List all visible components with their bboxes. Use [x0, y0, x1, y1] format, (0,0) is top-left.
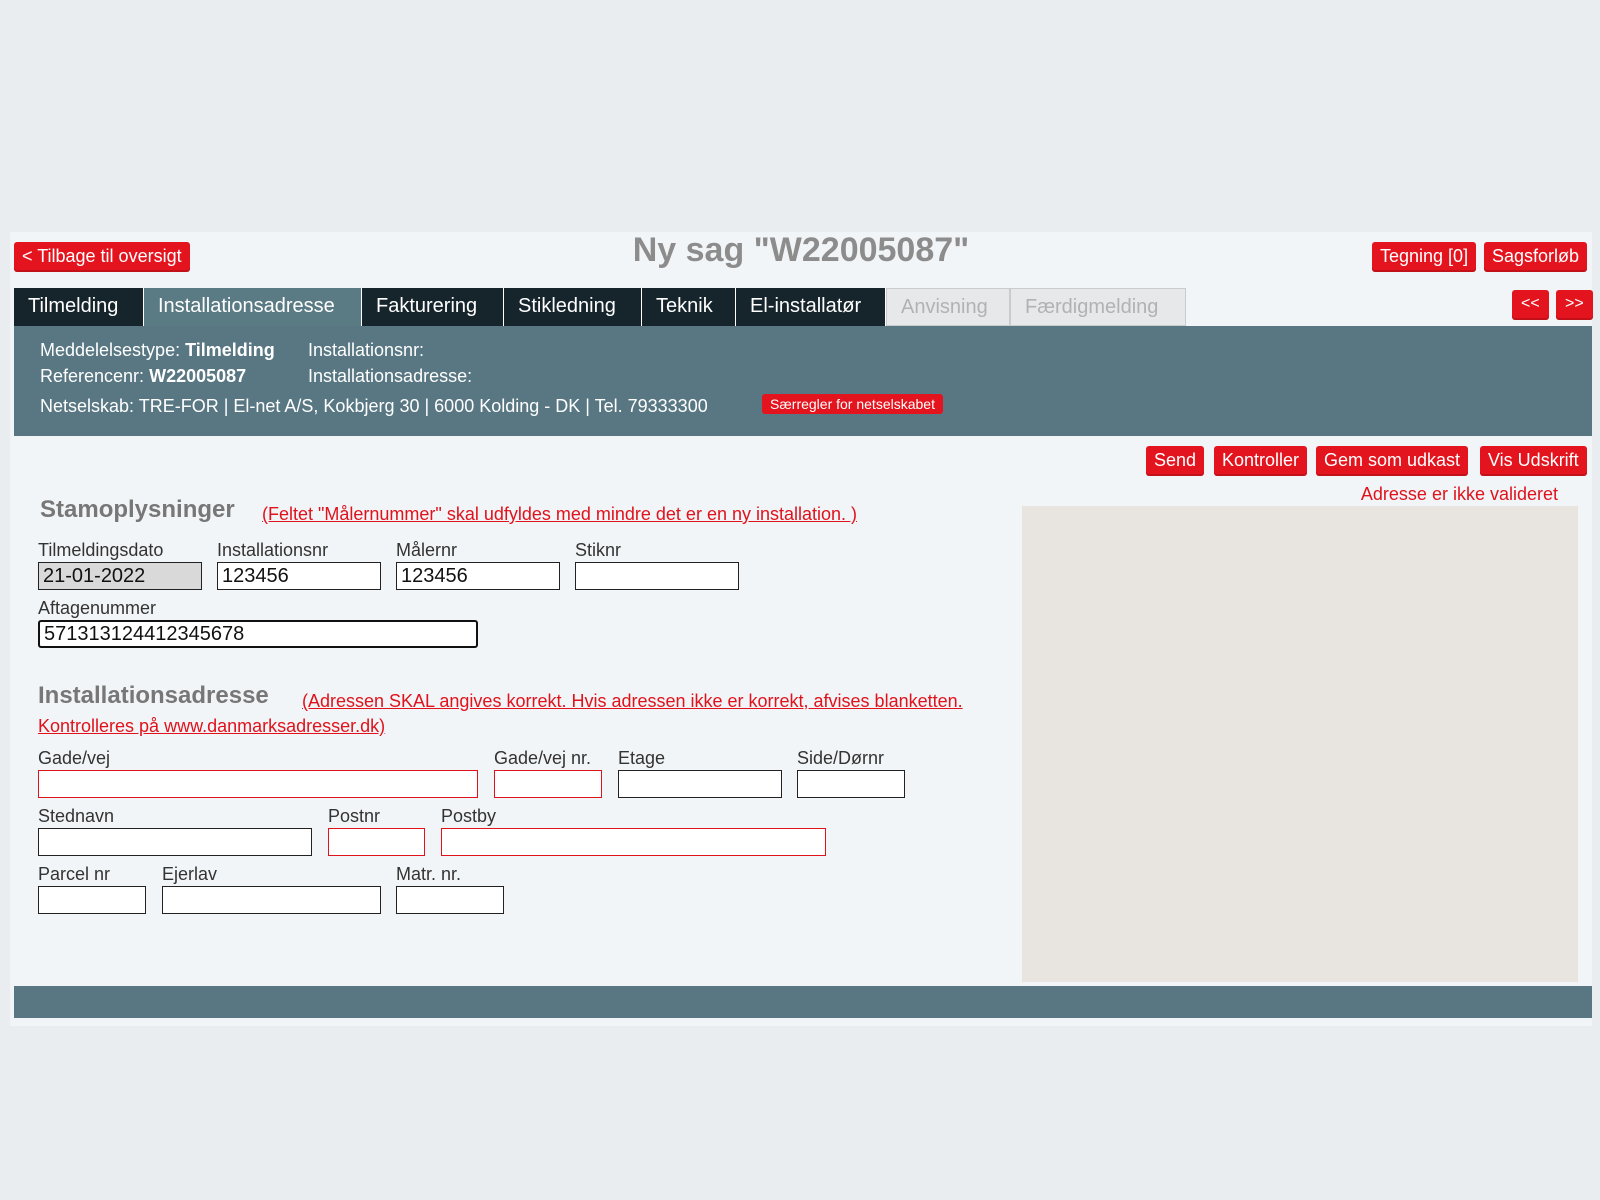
tab-installationsadresse[interactable]: Installationsadresse	[144, 288, 362, 326]
aftagenummer-label: Aftagenummer	[38, 598, 157, 618]
etage-input[interactable]	[618, 770, 782, 798]
matr-input[interactable]	[396, 886, 504, 914]
tab-el-installatoer[interactable]: El-installatør	[736, 288, 886, 326]
tab-anvisning: Anvisning	[886, 288, 1010, 326]
side-doernr-input[interactable]	[797, 770, 905, 798]
postnr-label: Postnr	[328, 806, 381, 826]
map-panel[interactable]	[1022, 506, 1578, 982]
danmarksadresser-link[interactable]: Kontrolleres på www.danmarksadresser.dk)	[38, 716, 385, 737]
page-title: Ny sag "W22005087"	[632, 231, 970, 269]
stiknr-input[interactable]	[575, 562, 739, 590]
tab-fakturering[interactable]: Fakturering	[362, 288, 504, 326]
tab-stikledning[interactable]: Stikledning	[504, 288, 642, 326]
footer-bar	[14, 986, 1592, 1018]
meddelelsestype: Meddelelsestype: Tilmelding	[40, 340, 275, 360]
gadenr-label: Gade/vej nr.	[494, 748, 592, 768]
netselskab-info: Netselskab: TRE-FOR | El-net A/S, Kokbje…	[40, 396, 708, 416]
postnr-input[interactable]	[328, 828, 425, 856]
prev-tab-button[interactable]: <<	[1512, 290, 1549, 320]
installationsnr-label: Installationsnr	[217, 540, 329, 560]
case-info-panel: Meddelelsestype: Tilmelding Referencenr:…	[14, 326, 1592, 436]
vis-udskrift-button[interactable]: Vis Udskrift	[1480, 446, 1587, 476]
ejerlav-input[interactable]	[162, 886, 381, 914]
maalernummer-note-link[interactable]: (Feltet "Målernummer" skal udfyldes med …	[262, 504, 857, 525]
adresse-note-link[interactable]: (Adressen SKAL angives korrekt. Hvis adr…	[302, 691, 963, 712]
next-tab-button[interactable]: >>	[1556, 290, 1593, 320]
address-validation-status: Adresse er ikke valideret	[1360, 484, 1558, 504]
ejerlav-label: Ejerlav	[162, 864, 218, 884]
sagsforloeb-button[interactable]: Sagsforløb	[1484, 242, 1588, 272]
gade-input[interactable]	[38, 770, 478, 798]
parcel-label: Parcel nr	[38, 864, 111, 884]
maalernr-label: Målernr	[396, 540, 458, 560]
stednavn-input[interactable]	[38, 828, 312, 856]
maalernr-input[interactable]: 123456	[396, 562, 560, 590]
stednavn-label: Stednavn	[38, 806, 115, 826]
tilmeldingsdato-field: 21-01-2022	[38, 562, 202, 590]
aftagenummer-input[interactable]: 571313124412345678	[38, 620, 478, 648]
gade-label: Gade/vej	[38, 748, 111, 768]
stiknr-label: Stiknr	[575, 540, 622, 560]
postby-label: Postby	[441, 806, 497, 826]
matr-label: Matr. nr.	[396, 864, 462, 884]
postby-input[interactable]	[441, 828, 826, 856]
side-doernr-label: Side/Dørnr	[797, 748, 885, 768]
referencenr: Referencenr: W22005087	[40, 366, 247, 386]
rules-badge-button[interactable]: Særregler for netselskabet	[762, 394, 943, 414]
gadenr-input[interactable]	[494, 770, 602, 798]
etage-label: Etage	[618, 748, 666, 768]
stamoplysninger-heading: Stamoplysninger	[40, 496, 235, 523]
tegning-button[interactable]: Tegning [0]	[1372, 242, 1477, 272]
tab-teknik[interactable]: Teknik	[642, 288, 736, 326]
tab-tilmelding[interactable]: Tilmelding	[14, 288, 144, 326]
header: < Tilbage til oversigt Ny sag "W22005087…	[10, 231, 1592, 288]
gem-som-udkast-button[interactable]: Gem som udkast	[1316, 446, 1469, 476]
installationsadresse-heading: Installationsadresse	[38, 682, 269, 709]
installationsadresse-info: Installationsadresse:	[308, 366, 473, 386]
tab-faerdigmelding: Færdigmelding	[1010, 288, 1186, 326]
tilmeldingsdato-label: Tilmeldingsdato	[38, 540, 164, 560]
send-button[interactable]: Send	[1146, 446, 1205, 476]
kontroller-button[interactable]: Kontroller	[1214, 446, 1308, 476]
app-window: < Tilbage til oversigt Ny sag "W22005087…	[10, 231, 1593, 1026]
installationsnr-info: Installationsnr:	[308, 340, 425, 360]
parcel-input[interactable]	[38, 886, 146, 914]
installationsnr-input[interactable]: 123456	[217, 562, 381, 590]
